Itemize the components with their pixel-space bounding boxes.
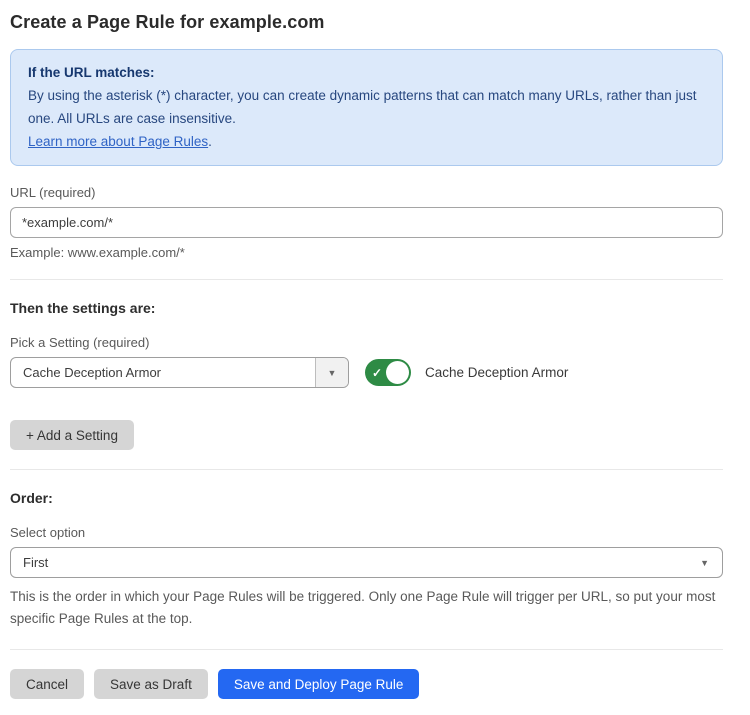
setting-toggle-label: Cache Deception Armor bbox=[425, 365, 568, 380]
url-input[interactable] bbox=[10, 207, 723, 238]
info-box-body: By using the asterisk (*) character, you… bbox=[28, 84, 705, 130]
order-select-value: First bbox=[11, 548, 700, 577]
link-suffix: . bbox=[208, 134, 212, 149]
check-icon: ✓ bbox=[372, 366, 382, 378]
toggle-knob bbox=[386, 361, 409, 384]
save-deploy-button[interactable]: Save and Deploy Page Rule bbox=[218, 669, 420, 699]
learn-more-link[interactable]: Learn more about Page Rules bbox=[28, 134, 208, 149]
save-draft-button[interactable]: Save as Draft bbox=[94, 669, 208, 699]
setting-toggle[interactable]: ✓ bbox=[365, 359, 411, 386]
order-helper-text: This is the order in which your Page Rul… bbox=[10, 586, 723, 630]
cancel-button[interactable]: Cancel bbox=[10, 669, 84, 699]
page-title: Create a Page Rule for example.com bbox=[10, 12, 723, 33]
info-box-heading: If the URL matches: bbox=[28, 61, 705, 84]
add-setting-button[interactable]: + Add a Setting bbox=[10, 420, 134, 450]
order-select-label: Select option bbox=[10, 525, 723, 540]
info-box-link-line: Learn more about Page Rules. bbox=[28, 130, 705, 153]
footer-actions: Cancel Save as Draft Save and Deploy Pag… bbox=[10, 669, 723, 715]
settings-section-heading: Then the settings are: bbox=[10, 300, 723, 316]
url-example-helper: Example: www.example.com/* bbox=[10, 245, 723, 260]
order-section-heading: Order: bbox=[10, 490, 723, 506]
url-match-info-box: If the URL matches: By using the asteris… bbox=[10, 49, 723, 166]
setting-row: Cache Deception Armor ▼ ✓ Cache Deceptio… bbox=[10, 357, 723, 388]
chevron-down-icon: ▼ bbox=[700, 548, 722, 577]
pick-setting-label: Pick a Setting (required) bbox=[10, 335, 723, 350]
divider bbox=[10, 279, 723, 280]
setting-select-value: Cache Deception Armor bbox=[11, 358, 315, 387]
divider bbox=[10, 469, 723, 470]
chevron-down-icon[interactable]: ▼ bbox=[315, 358, 348, 387]
divider bbox=[10, 649, 723, 650]
setting-select[interactable]: Cache Deception Armor ▼ bbox=[10, 357, 349, 388]
url-label: URL (required) bbox=[10, 185, 723, 200]
create-page-rule-form: Create a Page Rule for example.com If th… bbox=[10, 12, 723, 715]
order-select[interactable]: First ▼ bbox=[10, 547, 723, 578]
